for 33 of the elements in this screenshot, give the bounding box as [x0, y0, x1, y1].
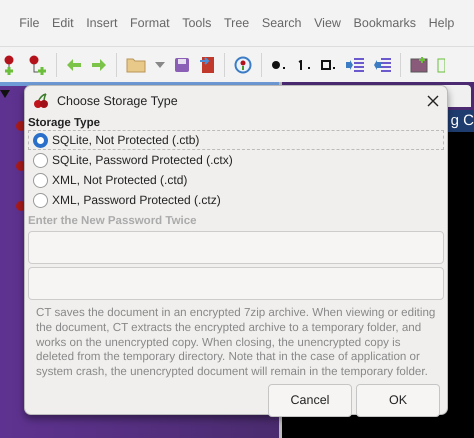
bullet-list-icon[interactable]: [271, 60, 287, 70]
dialog-title: Choose Storage Type: [57, 92, 179, 110]
menu-item[interactable]: Insert: [80, 14, 124, 32]
menu-item[interactable]: File: [13, 14, 46, 32]
menu-item[interactable]: Bookmarks: [347, 14, 422, 32]
menu-item[interactable]: Format: [124, 14, 176, 32]
outdent-icon[interactable]: [373, 56, 391, 72]
menu-item[interactable]: View: [308, 14, 348, 32]
todo-list-icon[interactable]: [321, 60, 337, 70]
folder-icon[interactable]: [126, 56, 146, 72]
radio-option[interactable]: SQLite, Not Protected (.ctb): [28, 130, 444, 150]
cancel-button[interactable]: Cancel: [268, 384, 352, 417]
menu-item[interactable]: Edit: [46, 14, 80, 32]
indent-icon[interactable]: [346, 56, 364, 72]
password-label: Enter the New Password Twice: [28, 214, 198, 228]
radio-option[interactable]: SQLite, Password Protected (.ctx): [28, 150, 444, 170]
search-icon[interactable]: [234, 56, 252, 74]
cherry-add-icon[interactable]: [27, 54, 47, 76]
menu-item[interactable]: Tree: [218, 14, 256, 32]
export-icon[interactable]: [199, 56, 215, 74]
numbered-list-icon[interactable]: [296, 60, 312, 70]
section-label: Storage Type: [28, 116, 101, 130]
image-icon[interactable]: [410, 56, 428, 72]
save-icon[interactable]: [174, 56, 190, 72]
ok-button[interactable]: OK: [356, 384, 440, 417]
caret-icon[interactable]: [155, 62, 165, 68]
menu-item[interactable]: Tools: [176, 14, 218, 32]
radio-option[interactable]: XML, Not Protected (.ctd): [28, 170, 444, 190]
menu-item[interactable]: Search: [256, 14, 308, 32]
radio-option[interactable]: XML, Password Protected (.ctz): [28, 190, 444, 210]
cherry-icon[interactable]: [33, 93, 49, 109]
menu-item[interactable]: Help: [422, 14, 461, 32]
description-text: CT saves the document in an encrypted 7zip archive. When viewing or editing the document, CT extracts the encrypted archive to a temporary folder, and works on the unencrypted copy. When closing, the unencrypted copy is deleted from the temporary directory. Note that in the case of application or system crash, the unencrypted document will remain in the temporary folder.: [35, 305, 436, 380]
